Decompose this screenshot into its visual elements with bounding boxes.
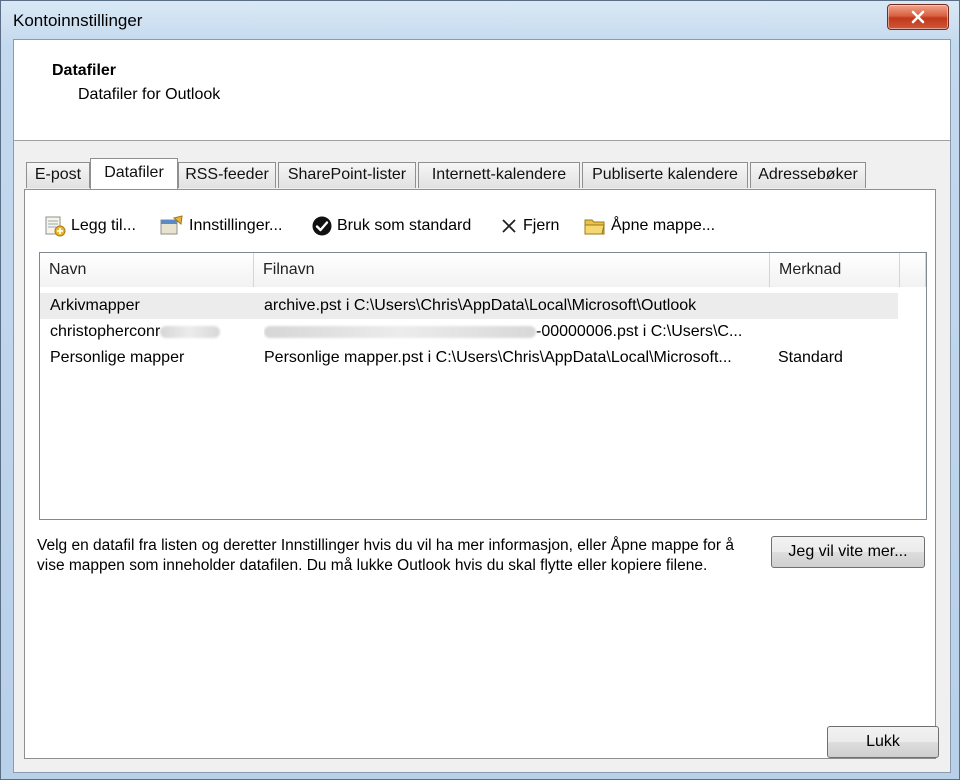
remove-x-icon	[502, 219, 516, 233]
column-header-filler	[900, 253, 926, 287]
row-name: Arkivmapper	[50, 297, 140, 314]
tab-internett-kalendere[interactable]: Internett-kalendere	[418, 162, 580, 188]
settings-button[interactable]: Innstillinger...	[159, 214, 282, 238]
title-bar[interactable]: Kontoinnstillinger	[1, 1, 959, 39]
add-label: Legg til...	[71, 217, 136, 234]
data-files-list[interactable]: Navn Filnavn Merknad Arkivmapper archive…	[39, 252, 927, 520]
row-filename-cell: -00000006.pst i C:\Users\C...	[264, 319, 764, 345]
row-filename: -00000006.pst i C:\Users\C...	[536, 323, 743, 340]
tab-panel-datafiler: Legg til... Innstillinger... Bruk som st…	[24, 189, 936, 759]
header-title: Datafiler	[52, 62, 117, 79]
add-button[interactable]: Legg til...	[43, 214, 136, 238]
settings-icon	[160, 215, 183, 235]
remove-button[interactable]: Fjern	[499, 214, 559, 238]
close-button[interactable]: Lukk	[827, 726, 939, 758]
tab-datafiler[interactable]: Datafiler	[90, 158, 178, 189]
dialog-window: Kontoinnstillinger Datafiler Datafiler f…	[0, 0, 960, 780]
column-header-name[interactable]: Navn	[40, 253, 254, 287]
row-name: christopherconr	[50, 323, 161, 340]
row-comment: Standard	[778, 349, 843, 366]
checkmark-icon	[312, 216, 332, 236]
row-name-cell: christopherconr	[50, 319, 250, 345]
tab-sharepoint-lister[interactable]: SharePoint-lister	[278, 162, 416, 188]
settings-label: Innstillinger...	[189, 217, 283, 234]
tab-publiserte-kalendere[interactable]: Publiserte kalendere	[582, 162, 748, 188]
learn-more-button[interactable]: Jeg vil vite mer...	[771, 536, 925, 568]
tab-adressebøker[interactable]: Adressebøker	[750, 162, 866, 188]
redacted-text	[264, 325, 536, 338]
set-default-label: Bruk som standard	[337, 217, 472, 234]
redacted-text	[160, 325, 221, 338]
window-title: Kontoinnstillinger	[13, 11, 143, 30]
column-header-comment[interactable]: Merknad	[770, 253, 900, 287]
open-folder-label: Åpne mappe...	[611, 217, 716, 234]
window-close-button[interactable]	[887, 4, 949, 30]
header-subtitle: Datafiler for Outlook	[78, 86, 221, 103]
row-filename: archive.pst i C:\Users\Chris\AppData\Loc…	[264, 297, 697, 314]
tab-e-post[interactable]: E-post	[26, 162, 90, 188]
row-filename: Personlige mapper.pst i C:\Users\Chris\A…	[264, 349, 732, 366]
close-icon	[911, 10, 925, 24]
table-row[interactable]: Arkivmapper archive.pst i C:\Users\Chris…	[40, 293, 898, 319]
column-header-filename[interactable]: Filnavn	[254, 253, 770, 287]
add-file-icon	[45, 216, 66, 237]
table-row[interactable]: christopherconr -00000006.pst i C:\Users…	[40, 319, 898, 345]
remove-label: Fjern	[523, 217, 560, 234]
list-header: Navn Filnavn Merknad	[40, 253, 926, 287]
tab-strip: E-post Datafiler RSS-feeder SharePoint-l…	[26, 158, 946, 190]
help-description: Velg en datafil fra listen og deretter I…	[37, 537, 735, 574]
set-default-button[interactable]: Bruk som standard	[311, 214, 471, 238]
open-folder-button[interactable]: Åpne mappe...	[583, 214, 715, 238]
table-row[interactable]: Personlige mapper Personlige mapper.pst …	[40, 345, 898, 371]
folder-icon	[584, 219, 605, 235]
dialog-client-area: Datafiler Datafiler for Outlook E-post D…	[13, 39, 951, 773]
tab-rss-feeder[interactable]: RSS-feeder	[178, 162, 276, 188]
dialog-header: Datafiler Datafiler for Outlook	[14, 40, 950, 141]
row-name: Personlige mapper	[50, 349, 185, 366]
